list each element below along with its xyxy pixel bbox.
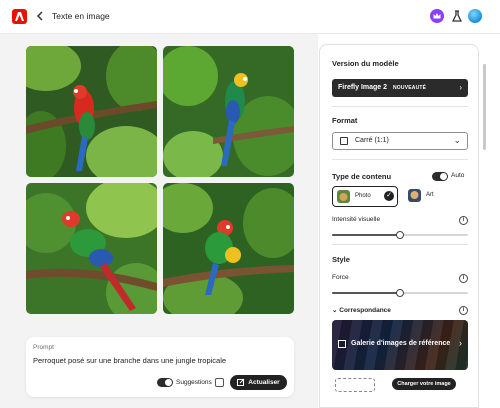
visual-intensity-slider[interactable] [332, 231, 468, 239]
square-icon [340, 137, 348, 145]
upload-button[interactable]: Charger votre image [392, 378, 456, 390]
divider [332, 106, 468, 107]
content-type-photo[interactable]: Photo ✓ [332, 186, 398, 207]
grid-icon [338, 340, 346, 348]
format-value: Carré (1:1) [355, 137, 389, 144]
info-icon[interactable]: i [459, 306, 468, 315]
generated-image-2[interactable] [163, 46, 294, 177]
prompt-label: Prompt [33, 344, 54, 351]
chevron-down-icon: ⌄ [453, 135, 461, 145]
suggestions-settings-icon[interactable] [215, 378, 224, 387]
visual-intensity-label: Intensité visuelle [332, 216, 381, 223]
content-type-art[interactable]: Art [404, 186, 468, 207]
checkmark-icon: ✓ [384, 191, 394, 201]
reference-gallery-label: Galerie d'images de référence [351, 340, 451, 347]
crown-icon[interactable] [430, 9, 444, 23]
prompt-input[interactable]: Perroquet posé sur une branche dans une … [33, 356, 226, 365]
info-icon[interactable]: i [459, 274, 468, 283]
reference-gallery-button[interactable]: Galerie d'images de référence › [332, 320, 468, 370]
slider-fill [332, 234, 400, 236]
content-type-label: Photo [355, 193, 371, 199]
arrow-left-icon[interactable] [34, 9, 46, 23]
new-badge: NOUVEAUTÉ [393, 85, 427, 91]
suggestions-label: Suggestions [176, 379, 212, 386]
model-selector[interactable]: Firefly Image 2 NOUVEAUTÉ › [332, 79, 468, 97]
upload-dropzone[interactable] [335, 378, 375, 392]
generated-image-3[interactable] [26, 183, 157, 314]
suggestions-toggle[interactable] [157, 378, 173, 387]
generated-image-1[interactable] [26, 46, 157, 177]
flask-icon[interactable] [450, 9, 464, 23]
top-bar: Texte en image [0, 0, 500, 34]
match-label: Correspondance [339, 307, 391, 314]
divider [332, 159, 468, 160]
generated-image-4[interactable] [163, 183, 294, 314]
format-dropdown[interactable]: Carré (1:1) ⌄ [332, 132, 468, 150]
chevron-down-icon: ⌄ [332, 307, 338, 314]
auto-label: Auto [451, 172, 465, 179]
settings-panel: Version du modèle Firefly Image 2 NOUVEA… [319, 44, 479, 408]
auto-toggle[interactable] [432, 172, 448, 181]
style-section-title: Style [332, 255, 350, 264]
art-thumbnail [408, 189, 421, 202]
content-type-label: Art [426, 192, 434, 198]
info-icon[interactable]: i [459, 216, 468, 225]
refresh-button[interactable]: Actualiser [230, 375, 287, 390]
page-title: Texte en image [52, 11, 110, 21]
photo-thumbnail [337, 190, 350, 203]
image-canvas: Prompt Perroquet posé sur une branche da… [0, 34, 318, 408]
divider [332, 244, 468, 245]
adobe-logo-icon[interactable] [12, 9, 27, 24]
refresh-button-label: Actualiser [248, 379, 280, 386]
scrollbar[interactable] [483, 64, 486, 150]
slider-handle[interactable] [396, 231, 404, 239]
prompt-card: Prompt Perroquet posé sur une branche da… [26, 337, 294, 397]
force-label: Force [332, 274, 349, 281]
slider-fill [332, 292, 400, 294]
match-section[interactable]: ⌄ Correspondance [332, 306, 391, 314]
slider-handle[interactable] [396, 289, 404, 297]
edit-icon [237, 378, 245, 388]
chevron-right-icon: › [459, 83, 462, 92]
avatar[interactable] [468, 9, 482, 23]
force-slider[interactable] [332, 289, 468, 297]
model-section-title: Version du modèle [332, 59, 399, 68]
format-section-title: Format [332, 116, 358, 125]
model-name: Firefly Image 2 [338, 84, 388, 91]
content-type-section-title: Type de contenu [332, 172, 392, 181]
chevron-right-icon: › [459, 338, 462, 348]
